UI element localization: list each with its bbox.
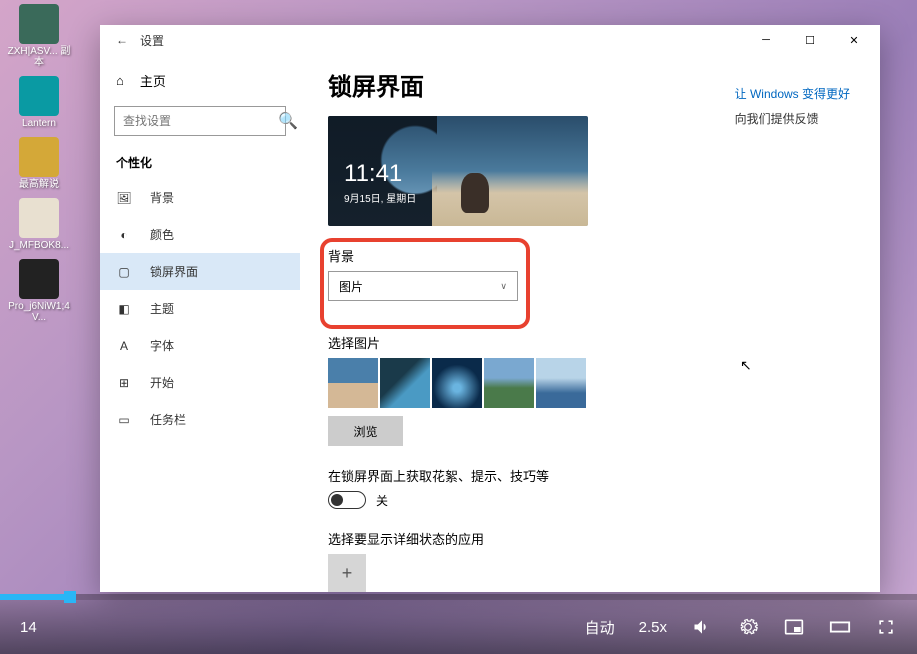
play-time: 14 [20,619,37,636]
nav-lockscreen[interactable]: ▢锁屏界面 [100,253,300,290]
wide-icon[interactable] [829,616,851,638]
browse-button[interactable]: 浏览 [328,416,403,446]
home-icon: ⌂ [116,73,124,88]
nav-start[interactable]: ⊞开始 [100,364,300,401]
pip-icon[interactable] [783,616,805,638]
titlebar[interactable]: ← 设置 ─ ☐ ✕ [100,25,880,55]
taskbar-icon: ▭ [116,412,132,428]
desktop-area: ZXH|ASV... 副本 Lantern 最高解说 J_MFBOK8... P… [0,0,100,654]
detailed-status-label: 选择要显示详细状态的应用 [328,529,852,548]
desktop-icon[interactable]: J_MFBOK8... [4,198,74,251]
content-pane: 锁屏界面 11:41 9月15日, 星期日 背景 图片 ∨ 选择图片 [300,55,880,592]
nav-background[interactable]: 🖼背景 [100,179,300,216]
preview-time: 11:41 [344,160,402,188]
quality-selector[interactable]: 自动 [585,617,615,638]
background-selector-highlight: 背景 图片 ∨ [322,240,528,327]
chevron-down-icon: ∨ [500,281,507,292]
start-icon: ⊞ [116,375,132,391]
home-link[interactable]: ⌂ 主页 [100,63,300,98]
category-header: 个性化 [100,144,300,179]
picture-icon: 🖼 [116,190,132,206]
back-button[interactable]: ← [116,33,128,47]
progress-bar[interactable] [0,594,917,600]
search-icon: 🔍 [278,111,298,131]
fullscreen-icon[interactable] [875,616,897,638]
speed-selector[interactable]: 2.5x [639,619,667,636]
add-detailed-app[interactable]: + [328,554,366,592]
font-icon: A [116,338,132,354]
desktop-icon[interactable]: 最高解说 [4,137,74,190]
nav-colors[interactable]: ◐颜色 [100,216,300,253]
sidebar: ⌂ 主页 🔍 个性化 🖼背景 ◐颜色 ▢锁屏界面 ◧主题 A字体 ⊞开始 ▭任务… [100,55,300,592]
palette-icon: ◐ [116,227,132,243]
volume-icon[interactable] [691,616,713,638]
thumbnail[interactable] [536,358,586,408]
nav-themes[interactable]: ◧主题 [100,290,300,327]
thumbnail[interactable] [328,358,378,408]
help-link[interactable]: 让 Windows 变得更好 [735,85,850,102]
thumbnail[interactable] [432,358,482,408]
lockscreen-preview: 11:41 9月15日, 星期日 [328,116,588,226]
close-button[interactable]: ✕ [832,25,876,55]
video-controls: 14 自动 2.5x [0,594,917,654]
nav-fonts[interactable]: A字体 [100,327,300,364]
background-label: 背景 [328,246,518,265]
maximize-button[interactable]: ☐ [788,25,832,55]
thumbnail[interactable] [484,358,534,408]
lock-icon: ▢ [116,264,132,280]
preview-date: 9月15日, 星期日 [344,190,416,205]
tips-label: 在锁屏界面上获取花絮、提示、技巧等 [328,466,852,485]
minimize-button[interactable]: ─ [744,25,788,55]
thumbnail[interactable] [380,358,430,408]
theme-icon: ◧ [116,301,132,317]
feedback-link[interactable]: 向我们提供反馈 [735,110,850,127]
window-title: 设置 [140,32,164,49]
settings-icon[interactable] [737,616,759,638]
picture-thumbnails [328,358,852,408]
nav-taskbar[interactable]: ▭任务栏 [100,401,300,438]
toggle-state: 关 [376,492,388,509]
tips-toggle[interactable] [328,491,366,509]
desktop-icon[interactable]: Lantern [4,76,74,129]
settings-window: ← 设置 ─ ☐ ✕ ⌂ 主页 🔍 个性化 🖼背景 ◐颜色 ▢锁屏界面 ◧主题 … [100,25,880,592]
desktop-icon[interactable]: Pro_j6NiW1;4V... [4,259,74,323]
feedback-aside: 让 Windows 变得更好 向我们提供反馈 [735,85,850,127]
desktop-icon[interactable]: ZXH|ASV... 副本 [4,4,74,68]
search-box[interactable]: 🔍 [114,106,286,136]
dropdown-value: 图片 [339,278,363,295]
search-input[interactable] [123,114,278,128]
background-dropdown[interactable]: 图片 ∨ [328,271,518,301]
choose-picture-label: 选择图片 [328,333,852,352]
